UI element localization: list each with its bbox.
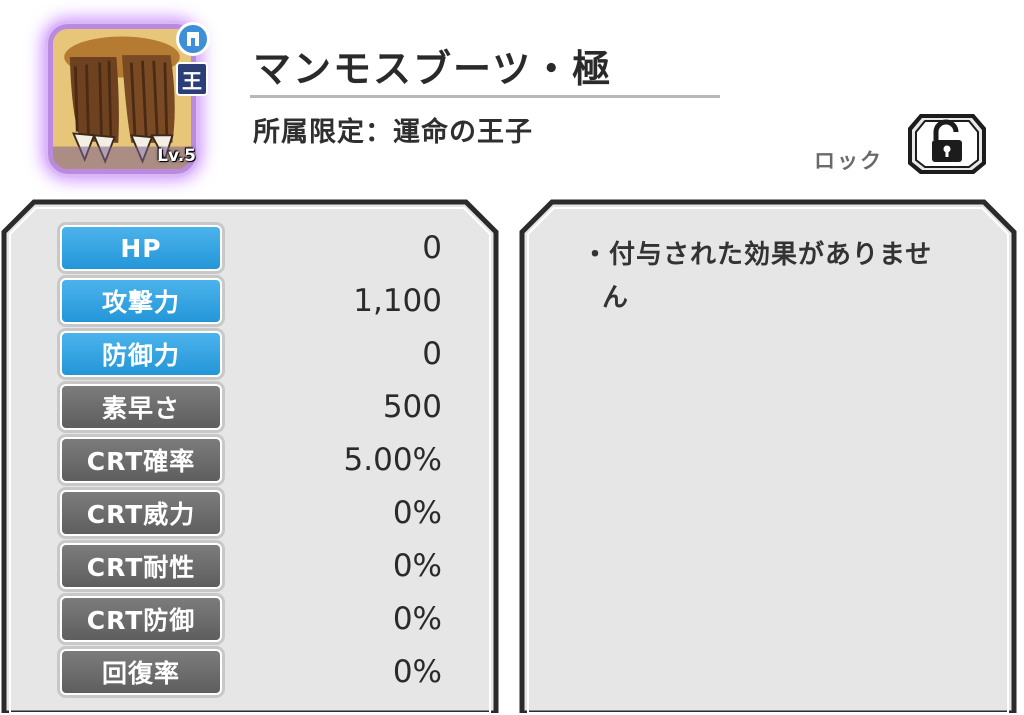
stat-row-recovery: 回復率 0% [60, 649, 442, 695]
stat-value-crt-rate: 5.00% [343, 442, 442, 478]
stat-value-crt-defense: 0% [392, 601, 442, 637]
stat-row-attack: 攻撃力 1,100 [60, 278, 442, 324]
stat-label-crt-power: CRT威力 [60, 490, 222, 536]
item-level: Lv.5 [157, 146, 196, 166]
stat-row-speed: 素早さ 500 [60, 384, 442, 430]
stat-value-speed: 500 [382, 389, 442, 425]
stat-label-speed: 素早さ [60, 384, 222, 430]
stat-row-crt-power: CRT威力 0% [60, 490, 442, 536]
stat-label-crt-defense: CRT防御 [60, 596, 222, 642]
stats-panel: HP 0 攻撃力 1,100 防御力 0 素早さ 500 CRT確率 5.00%… [0, 198, 500, 713]
stat-label-crt-rate: CRT確率 [60, 437, 222, 483]
item-name: マンモスブーツ・極 [253, 47, 613, 91]
effect-text: ・付与された効果がありません [582, 240, 933, 313]
king-badge: 王 [176, 62, 208, 96]
stat-label-recovery: 回復率 [60, 649, 222, 695]
stat-value-crt-power: 0% [392, 495, 442, 531]
stat-row-hp: HP 0 [60, 225, 442, 271]
stat-label-crt-resistance: CRT耐性 [60, 543, 222, 589]
stat-value-hp: 0 [422, 230, 442, 266]
stat-row-defense: 防御力 0 [60, 331, 442, 377]
stat-row-crt-rate: CRT確率 5.00% [60, 437, 442, 483]
stat-value-defense: 0 [422, 336, 442, 372]
lock-button[interactable] [906, 108, 988, 178]
name-divider [250, 95, 720, 98]
item-icon[interactable]: 王 Lv.5 [36, 10, 210, 182]
effects-panel: ・付与された効果がありません [518, 198, 1018, 713]
boots-icon [187, 32, 199, 46]
stat-label-defense: 防御力 [60, 331, 222, 377]
affiliation-restriction: 所属限定：運命の王子 [253, 117, 533, 148]
stat-row-crt-resistance: CRT耐性 0% [60, 543, 442, 589]
unlocked-padlock-icon [908, 114, 986, 174]
boots-type-badge [176, 22, 210, 56]
stat-label-attack: 攻撃力 [60, 278, 222, 324]
stat-row-crt-defense: CRT防御 0% [60, 596, 442, 642]
lock-label: ロック [814, 149, 883, 173]
stat-label-hp: HP [60, 225, 222, 271]
stat-value-recovery: 0% [392, 654, 442, 690]
stat-value-attack: 1,100 [353, 283, 442, 319]
stat-value-crt-resistance: 0% [392, 548, 442, 584]
